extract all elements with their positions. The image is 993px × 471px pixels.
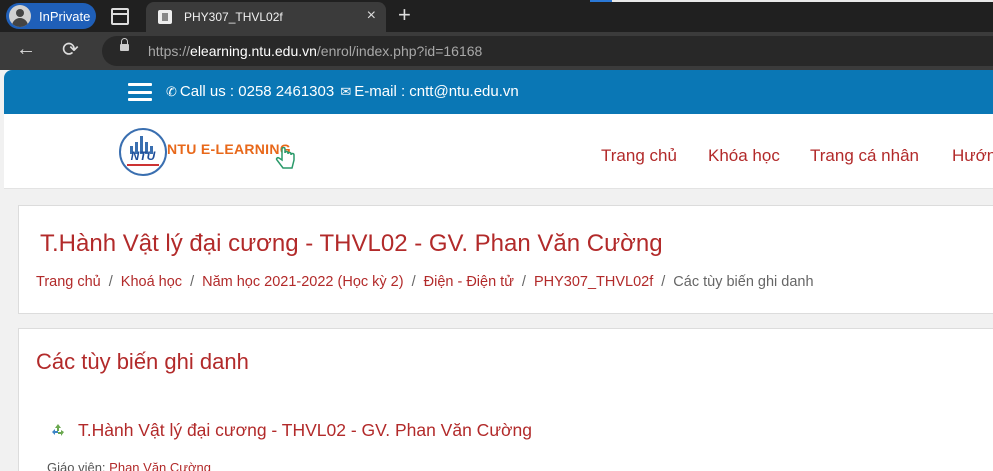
lock-icon[interactable] [120, 38, 129, 51]
teacher-info: Giáo viên: Phan Văn Cường [47, 460, 211, 471]
section-heading: Các tùy biến ghi danh [36, 349, 249, 374]
tab-title: PHY307_THVL02f [184, 10, 283, 24]
site-header: NTU NTU E-LEARNING Trang chủ Khóa học Tr… [4, 114, 993, 189]
breadcrumb-current: Các tùy biến ghi danh [673, 274, 814, 290]
url-text: https://elearning.ntu.edu.vn/enrol/index… [148, 43, 483, 59]
breadcrumb: Trang chủ / Khoá học / Năm học 2021-2022 (Họ… [36, 274, 814, 290]
ntu-logo[interactable]: NTU [119, 128, 167, 176]
brand-name[interactable]: NTU E-LEARNING [167, 141, 291, 157]
breadcrumb-item[interactable]: Điện - Điện tử [424, 274, 514, 290]
nav-home[interactable]: Trang chủ [601, 146, 677, 166]
contact-bar: ✆ Call us : 0258 2461303 ✉ E-mail : cntt@n… [4, 70, 993, 114]
page-title: T.Hành Vật lý đại cương - THVL02 - GV. P… [40, 230, 663, 257]
nav-guide[interactable]: Hướng [952, 146, 993, 166]
window-strip-light [612, 0, 993, 2]
reload-icon[interactable]: ⟳ [62, 37, 79, 62]
breadcrumb-item[interactable]: Trang chủ [36, 274, 101, 290]
new-tab-icon[interactable]: + [398, 2, 411, 28]
browser-tab[interactable]: PHY307_THVL02f × [146, 2, 386, 32]
course-link[interactable]: T.Hành Vật lý đại cương - THVL02 - GV. P… [78, 420, 532, 441]
breadcrumb-item[interactable]: Khoá học [121, 274, 182, 290]
breadcrumb-item[interactable]: Năm học 2021-2022 (Học kỳ 2) [202, 274, 404, 290]
window-strip [590, 0, 612, 2]
favicon-icon [158, 10, 172, 24]
web-page: ✆ Call us : 0258 2461303 ✉ E-mail : cntt@n… [4, 70, 993, 471]
menu-hamburger-icon[interactable] [128, 83, 152, 101]
teacher-name-link[interactable]: Phan Văn Cường [109, 460, 211, 471]
nav-courses[interactable]: Khóa học [708, 146, 780, 166]
tab-close-icon[interactable]: × [367, 7, 376, 25]
phone-icon: ✆ [166, 84, 177, 99]
tab-actions-icon[interactable] [111, 8, 129, 25]
contact-info: ✆ Call us : 0258 2461303 ✉ E-mail : cntt@n… [166, 83, 519, 100]
teacher-label: Giáo viên: [47, 460, 106, 471]
address-bar[interactable]: https://elearning.ntu.edu.vn/enrol/index… [102, 36, 993, 66]
enrol-options-card: Các tùy biến ghi danh T.Hành Vật lý đại … [18, 328, 993, 471]
pointing-hand-icon [275, 147, 295, 169]
inprivate-profile-button[interactable]: InPrivate [6, 3, 96, 29]
course-recycle-icon [52, 424, 64, 436]
nav-profile[interactable]: Trang cá nhân [810, 146, 919, 166]
phone-text: Call us : 0258 2461303 [179, 83, 335, 100]
email-text: E-mail : cntt@ntu.edu.vn [354, 83, 519, 100]
inprivate-label: InPrivate [39, 8, 91, 24]
course-header-card: T.Hành Vật lý đại cương - THVL02 - GV. P… [18, 205, 993, 314]
back-arrow-icon[interactable]: ← [16, 38, 36, 61]
profile-avatar-icon [9, 5, 31, 27]
browser-toolbar: ← ⟳ https://elearning.ntu.edu.vn/enrol/i… [0, 32, 993, 70]
breadcrumb-item[interactable]: PHY307_THVL02f [534, 274, 653, 290]
browser-titlebar: InPrivate PHY307_THVL02f × + [0, 0, 993, 32]
email-icon: ✉ [340, 84, 352, 99]
